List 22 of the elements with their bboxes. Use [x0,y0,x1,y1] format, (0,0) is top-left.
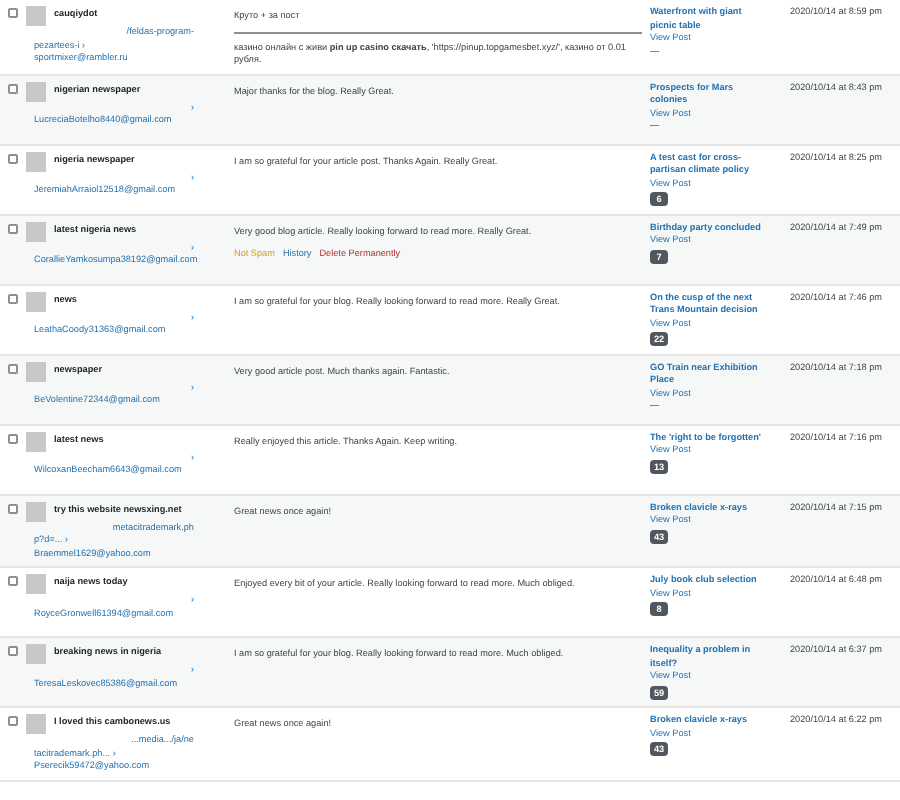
row-checkbox[interactable] [8,576,18,586]
avatar-icon [26,291,46,311]
row-checkbox[interactable] [8,153,18,163]
avatar-icon [26,501,46,521]
row-checkbox[interactable] [8,8,18,18]
row-checkbox[interactable] [8,223,18,233]
avatar-icon [26,574,46,594]
avatar-icon [26,81,46,101]
row-checkbox[interactable] [8,83,18,93]
avatar-icon [26,644,46,664]
avatar-icon [26,221,46,241]
avatar-icon [26,151,46,171]
row-checkbox[interactable] [8,433,18,443]
row-checkbox[interactable] [8,503,18,513]
avatar-icon [26,361,46,381]
row-checkbox[interactable] [8,293,18,303]
row-checkbox[interactable] [8,716,18,726]
avatar-icon [26,6,46,26]
row-checkbox[interactable] [8,363,18,373]
avatar-icon [26,431,46,451]
row-checkbox[interactable] [8,646,18,656]
avatar-icon [26,714,46,734]
